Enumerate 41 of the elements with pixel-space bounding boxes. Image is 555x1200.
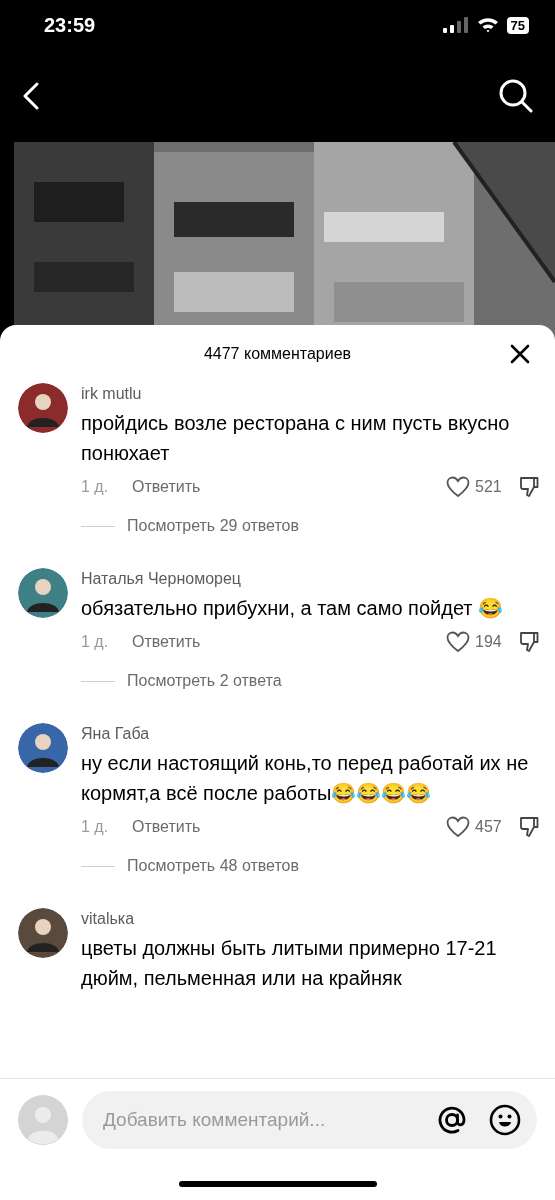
signal-icon	[442, 17, 469, 33]
comment-field[interactable]: Добавить комментарий...	[82, 1091, 537, 1149]
reply-link[interactable]: Ответить	[132, 475, 201, 499]
view-replies-link[interactable]: Посмотреть 2 ответа	[127, 669, 282, 693]
wifi-icon	[476, 17, 499, 33]
avatar[interactable]	[18, 908, 68, 958]
comment-text: пройдись возле ресторана с ним пусть вкусно понюхает	[81, 411, 511, 466]
comment-text: обязательно прибухни, а там само пойдет 😂	[81, 596, 505, 621]
battery-indicator: 75	[506, 16, 529, 34]
close-button[interactable]	[509, 343, 531, 365]
comment-time: 1 д.	[81, 477, 110, 497]
username[interactable]: Наталья Черноморец	[81, 568, 537, 590]
status-time: 23:59	[44, 13, 96, 38]
emoji-icon[interactable]	[489, 1104, 521, 1136]
view-replies-link[interactable]: Посмотреть 29 ответов	[127, 514, 299, 538]
comments-title: 4477 комментариев	[203, 344, 352, 364]
comment-input[interactable]: Добавить комментарий...	[103, 1105, 437, 1135]
avatar[interactable]	[18, 568, 68, 618]
avatar[interactable]	[18, 383, 68, 433]
search-button[interactable]	[499, 79, 533, 113]
view-replies-link[interactable]: Посмотреть 48 ответов	[127, 854, 299, 878]
mention-icon[interactable]	[437, 1105, 467, 1135]
thumbs-down-icon[interactable]	[519, 476, 539, 498]
like-count: 521	[475, 477, 503, 497]
heart-icon[interactable]	[446, 476, 470, 498]
thumbs-down-icon[interactable]	[519, 816, 539, 838]
reply-link[interactable]: Ответить	[132, 815, 201, 839]
avatar[interactable]	[18, 723, 68, 773]
thumbs-down-icon[interactable]	[519, 631, 539, 653]
username[interactable]: irk mutlu	[81, 383, 537, 405]
comment-text: ну если настоящий конь,то перед работай их не кормят,а всё после работы😂😂😂😂	[81, 751, 530, 806]
like-count: 457	[475, 817, 503, 837]
comment-time: 1 д.	[81, 632, 110, 652]
heart-icon[interactable]	[446, 631, 470, 653]
username[interactable]: vitalька	[81, 908, 537, 930]
heart-icon[interactable]	[446, 816, 470, 838]
like-count: 194	[475, 632, 503, 652]
comment-text: цветы должны быть литыми примерно 17-21 дюйм, пельменная или на крайняк	[81, 936, 498, 991]
comment-time: 1 д.	[81, 817, 110, 837]
reply-link[interactable]: Ответить	[132, 630, 201, 654]
username[interactable]: Яна Габа	[81, 723, 537, 745]
